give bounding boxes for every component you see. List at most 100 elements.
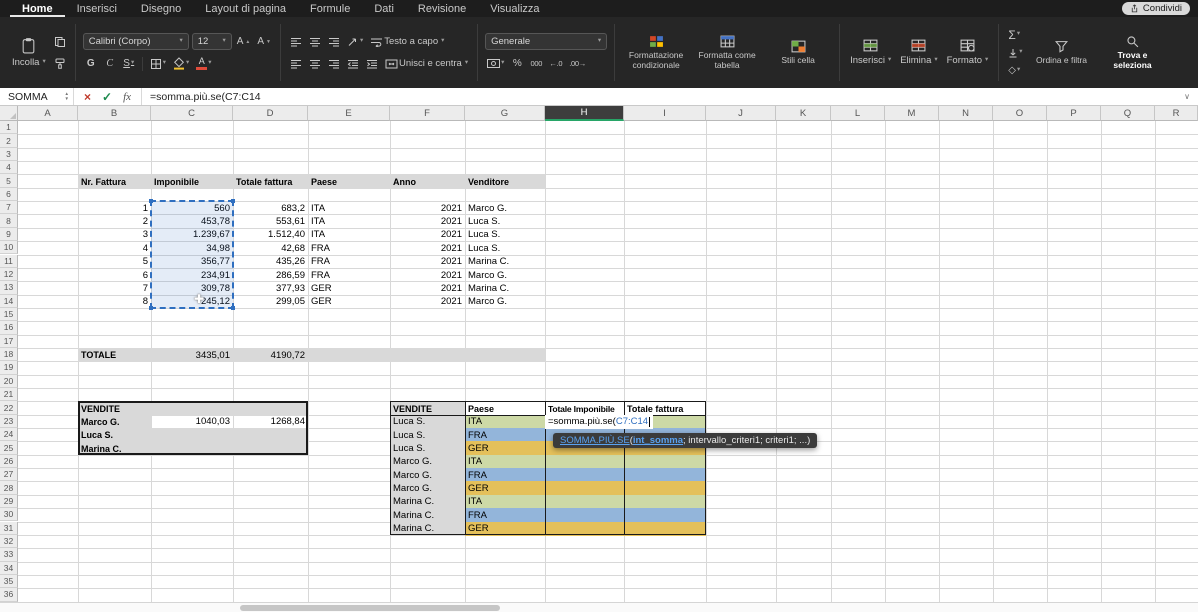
wrap-text-button[interactable]: Testo a capo▾ bbox=[368, 33, 446, 50]
cell-G11[interactable]: Marina C. bbox=[465, 255, 545, 269]
cell-H28[interactable] bbox=[545, 481, 624, 495]
cell-C14[interactable]: 245,12 bbox=[151, 295, 233, 309]
cell-G14[interactable]: Marco G. bbox=[465, 295, 545, 309]
cell-G28[interactable]: GER bbox=[465, 481, 545, 495]
row-header-19[interactable]: 19 bbox=[0, 361, 18, 374]
cell-I30[interactable] bbox=[624, 508, 706, 522]
row-header-34[interactable]: 34 bbox=[0, 562, 18, 575]
cell-B5[interactable]: Nr. Fattura bbox=[78, 174, 151, 188]
find-select-button[interactable]: Trova e seleziona bbox=[1099, 33, 1167, 72]
sort-filter-button[interactable]: Ordina e filtra bbox=[1028, 38, 1096, 68]
cell-B13[interactable]: 7 bbox=[78, 281, 151, 295]
row-header-12[interactable]: 12 bbox=[0, 268, 18, 281]
row-header-16[interactable]: 16 bbox=[0, 321, 18, 334]
cell-I26[interactable] bbox=[624, 455, 706, 469]
cell-F28[interactable]: Marco G. bbox=[390, 481, 465, 495]
align-middle-button[interactable] bbox=[307, 33, 323, 50]
row-header-27[interactable]: 27 bbox=[0, 468, 18, 481]
cell-G12[interactable]: Marco G. bbox=[465, 268, 545, 282]
cell-G31[interactable]: GER bbox=[465, 522, 545, 536]
cell-D11[interactable]: 435,26 bbox=[233, 255, 308, 269]
tab-formule[interactable]: Formule bbox=[298, 0, 362, 17]
cell-D23[interactable]: 1268,84 bbox=[233, 415, 308, 429]
cell-I29[interactable] bbox=[624, 495, 706, 509]
column-header-N[interactable]: N bbox=[939, 106, 993, 121]
cell-C11[interactable]: 356,77 bbox=[151, 255, 233, 269]
formula-bar-expand-button[interactable]: ∨ bbox=[1176, 92, 1198, 101]
row-header-35[interactable]: 35 bbox=[0, 575, 18, 588]
column-header-M[interactable]: M bbox=[885, 106, 939, 121]
row-header-7[interactable]: 7 bbox=[0, 201, 18, 214]
cell-G29[interactable]: ITA bbox=[465, 495, 545, 509]
cell-C9[interactable]: 1.239,67 bbox=[151, 228, 233, 242]
tab-layout-di-pagina[interactable]: Layout di pagina bbox=[193, 0, 298, 17]
formula-input[interactable]: =somma.più.se(C7:C14 bbox=[142, 91, 1176, 103]
increase-decimal-button[interactable]: ←.0 bbox=[547, 55, 564, 72]
row-header-24[interactable]: 24 bbox=[0, 428, 18, 441]
insert-function-button[interactable]: fx bbox=[123, 91, 131, 103]
cell-F27[interactable]: Marco G. bbox=[390, 468, 465, 482]
cell-I28[interactable] bbox=[624, 481, 706, 495]
cell-H27[interactable] bbox=[545, 468, 624, 482]
cell-D9[interactable]: 1.512,40 bbox=[233, 228, 308, 242]
cell-G18[interactable] bbox=[465, 348, 545, 362]
format-cells-button[interactable]: Formato▾ bbox=[944, 37, 992, 68]
cell-D24[interactable] bbox=[233, 428, 308, 442]
cell-F24[interactable]: Luca S. bbox=[390, 428, 465, 442]
row-header-31[interactable]: 31 bbox=[0, 522, 18, 535]
row-header-21[interactable]: 21 bbox=[0, 388, 18, 401]
decrease-font-size-button[interactable]: A▼ bbox=[255, 33, 273, 50]
fill-button[interactable]: ▾ bbox=[1006, 44, 1024, 61]
cell-E12[interactable]: FRA bbox=[308, 268, 390, 282]
autosum-button[interactable]: Σ▾ bbox=[1006, 26, 1022, 43]
cell-D18[interactable]: 4190,72 bbox=[233, 348, 308, 362]
cell-E7[interactable]: ITA bbox=[308, 201, 390, 215]
tab-disegno[interactable]: Disegno bbox=[129, 0, 193, 17]
cell-C10[interactable]: 34,98 bbox=[151, 241, 233, 255]
column-header-F[interactable]: F bbox=[390, 106, 465, 121]
cell-E14[interactable]: GER bbox=[308, 295, 390, 309]
row-header-30[interactable]: 30 bbox=[0, 508, 18, 521]
name-box[interactable]: SOMMA ▲ ▼ bbox=[0, 88, 74, 105]
cell-F13[interactable]: 2021 bbox=[390, 281, 465, 295]
cell-F11[interactable]: 2021 bbox=[390, 255, 465, 269]
row-header-33[interactable]: 33 bbox=[0, 548, 18, 561]
enter-button[interactable]: ✓ bbox=[102, 90, 112, 104]
row-header-36[interactable]: 36 bbox=[0, 588, 18, 601]
insert-cells-button[interactable]: Inserisci▾ bbox=[847, 37, 894, 68]
row-header-9[interactable]: 9 bbox=[0, 228, 18, 241]
cell-B25[interactable]: Marina C. bbox=[78, 441, 151, 455]
cell-F25[interactable]: Luca S. bbox=[390, 441, 465, 455]
accounting-format-button[interactable]: ▾ bbox=[485, 55, 506, 72]
share-button[interactable]: Condividi bbox=[1122, 2, 1190, 15]
row-header-25[interactable]: 25 bbox=[0, 441, 18, 454]
cell-E9[interactable]: ITA bbox=[308, 228, 390, 242]
cell-G22[interactable]: Paese bbox=[465, 401, 545, 415]
cell-B23[interactable]: Marco G. bbox=[78, 415, 151, 429]
cell-F29[interactable]: Marina C. bbox=[390, 495, 465, 509]
cell-F30[interactable]: Marina C. bbox=[390, 508, 465, 522]
row-header-26[interactable]: 26 bbox=[0, 455, 18, 468]
cell-editor[interactable]: =somma.più.se(C7:C14 bbox=[545, 415, 653, 429]
cell-D12[interactable]: 286,59 bbox=[233, 268, 308, 282]
decrease-indent-button[interactable] bbox=[345, 55, 361, 72]
cell-H31[interactable] bbox=[545, 522, 624, 536]
row-header-20[interactable]: 20 bbox=[0, 375, 18, 388]
fill-color-button[interactable]: ▾ bbox=[171, 55, 191, 72]
cell-H29[interactable] bbox=[545, 495, 624, 509]
row-header-14[interactable]: 14 bbox=[0, 295, 18, 308]
clear-button[interactable]: ◇▾ bbox=[1006, 62, 1022, 79]
tab-visualizza[interactable]: Visualizza bbox=[478, 0, 551, 17]
cell-G8[interactable]: Luca S. bbox=[465, 214, 545, 228]
cell-C8[interactable]: 453,78 bbox=[151, 214, 233, 228]
row-header-32[interactable]: 32 bbox=[0, 535, 18, 548]
select-all-corner[interactable] bbox=[0, 106, 18, 121]
column-header-B[interactable]: B bbox=[78, 106, 151, 121]
cell-C23[interactable]: 1040,03 bbox=[151, 415, 233, 429]
cell-G5[interactable]: Venditore bbox=[465, 174, 545, 188]
cell-C24[interactable] bbox=[151, 428, 233, 442]
paste-button[interactable]: Incolla▾ bbox=[9, 35, 49, 70]
row-header-6[interactable]: 6 bbox=[0, 188, 18, 201]
cell-D5[interactable]: Totale fattura bbox=[233, 174, 308, 188]
conditional-formatting-button[interactable]: Formattazione condizionale bbox=[622, 33, 690, 72]
